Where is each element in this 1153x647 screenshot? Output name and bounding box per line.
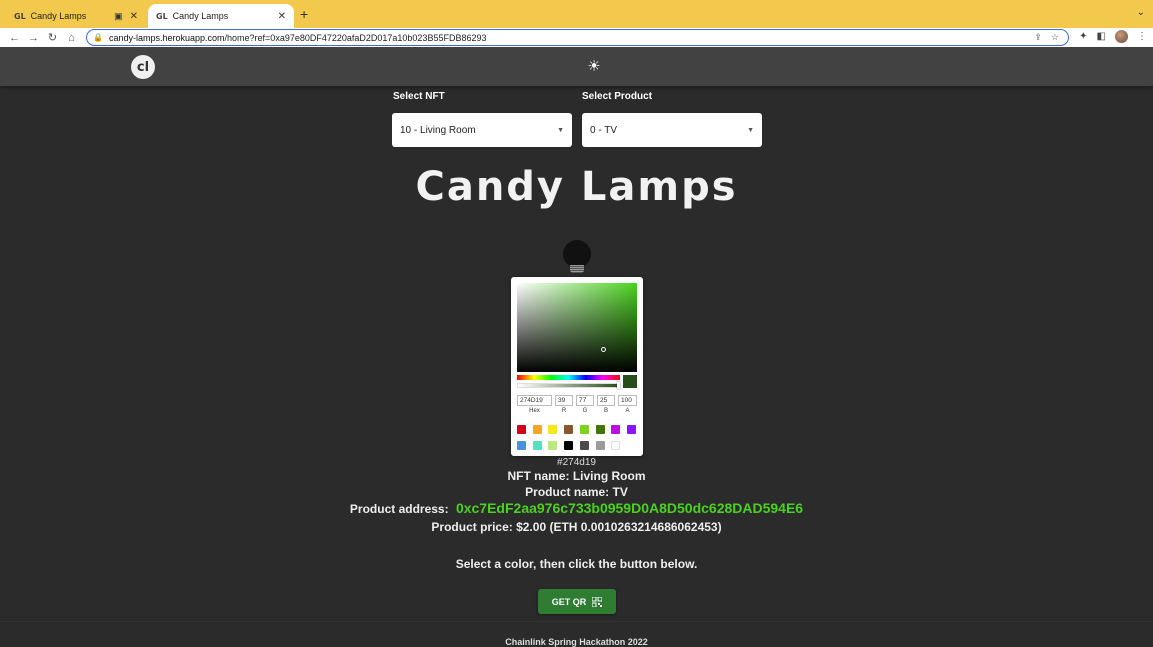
lamp-base [570,265,584,273]
saturation-area[interactable] [517,283,637,372]
hue-slider[interactable] [517,375,620,380]
product-address-label: Product address: [349,502,449,516]
reload-icon[interactable]: ↻ [43,31,62,44]
new-tab-button[interactable]: + [300,6,308,22]
instruction-text: Select a color, then click the button be… [455,557,698,571]
nft-select-label: Select NFT [393,91,445,102]
tab-search-chevron-icon[interactable]: ⌄ [1137,7,1145,18]
preset-swatch[interactable] [579,425,589,434]
b-label: B [603,408,608,414]
footer-text: Chainlink Spring Hackathon 2022 [505,637,648,647]
tab-title: Candy Lamps [172,11,229,21]
preset-swatch[interactable] [517,440,526,450]
profile-avatar[interactable] [1115,30,1128,43]
current-color-swatch [623,375,637,388]
hex-readout: #274d19 [557,457,596,468]
side-panel-icon[interactable]: ◧ [1097,31,1106,42]
footer: Chainlink Spring Hackathon 2022 [0,621,1153,647]
product-select[interactable]: 0 - TV ▼ [582,113,762,147]
preset-swatch[interactable] [532,440,542,450]
product-price-text: Product price: $2.00 (ETH 0.001026321468… [431,520,722,534]
browser-menu-icon[interactable]: ⋮ [1137,31,1147,42]
home-icon[interactable]: ⌂ [62,32,81,44]
hex-input[interactable]: 274D19 [517,395,552,406]
back-arrow-icon[interactable]: ← [5,32,24,44]
get-qr-button[interactable]: GET QR [538,589,616,614]
nft-select[interactable]: 10 - Living Room ▼ [392,113,572,147]
browser-tab-2[interactable]: GL Candy Lamps ✕ [148,4,294,28]
preset-swatch[interactable] [579,440,589,450]
product-address-line: Product address: 0xc7EdF2aa976c733b0959D… [0,500,1153,516]
preset-swatch[interactable] [548,425,558,434]
g-input[interactable]: 77 [576,395,594,406]
preset-swatch[interactable] [595,440,605,450]
product-address-value[interactable]: 0xc7EdF2aa976c733b0959D0A8D50dc628DAD594… [456,500,803,516]
browser-tabstrip: GL Candy Lamps ▣ ✕ GL Candy Lamps ✕ + ⌄ [0,0,1153,28]
tab-media-icon[interactable]: ▣ [114,11,123,22]
browser-tab-1[interactable]: GL Candy Lamps ▣ ✕ [6,4,146,28]
app-logo[interactable]: cl [131,55,155,79]
dropdown-caret-icon: ▼ [747,126,754,134]
bookmark-star-icon[interactable]: ☆ [1051,32,1059,43]
alpha-slider[interactable] [517,383,620,388]
product-select-value: 0 - TV [590,124,618,136]
preset-swatch[interactable] [548,440,558,450]
lamp-bulb-icon[interactable] [563,240,591,268]
alpha-slider-handle[interactable] [617,382,620,389]
forward-arrow-icon[interactable]: → [24,32,43,44]
preset-swatch[interactable] [595,425,605,434]
preset-swatch[interactable] [564,440,574,450]
preset-swatch[interactable] [611,425,621,434]
qr-code-icon [592,596,603,607]
url-text[interactable]: candy-lamps.herokuapp.com/home?ref=0xa97… [109,33,1034,43]
page-title: Candy Lamps [415,164,738,210]
nft-select-value: 10 - Living Room [400,124,476,136]
product-select-label: Select Product [582,91,653,102]
product-name-text: Product name: TV [525,485,628,499]
r-label: R [561,408,567,414]
tab-title: Candy Lamps [30,11,87,21]
a-label: A [625,408,630,414]
dropdown-caret-icon: ▼ [557,126,564,134]
tab-favicon-icon: GL [14,11,26,21]
sun-icon[interactable]: ☀ [585,57,603,75]
saturation-cursor[interactable] [601,347,606,352]
tab-favicon-icon: GL [156,11,168,21]
preset-swatch[interactable] [564,425,574,434]
preset-swatch[interactable] [532,425,542,434]
extensions-puzzle-icon[interactable]: ✦ [1079,31,1087,42]
browser-toolbar: ← → ↻ ⌂ 🔒 candy-lamps.herokuapp.com/home… [0,28,1153,47]
toolbar-actions: ✦ ◧ ⋮ [1079,30,1147,43]
preset-swatch[interactable] [611,440,621,450]
a-input[interactable]: 100 [618,395,637,406]
share-icon[interactable]: ⇪ [1034,32,1042,43]
lock-icon[interactable]: 🔒 [93,33,103,42]
preset-swatch[interactable] [517,425,526,434]
get-qr-label: GET QR [551,596,587,607]
logo-text: cl [136,59,150,75]
nft-name-text: NFT name: Living Room [507,469,646,483]
preset-swatch[interactable] [626,425,636,434]
tab-close-icon[interactable]: ✕ [278,11,286,22]
g-label: G [582,408,588,414]
tab-close-icon[interactable]: ✕ [130,11,138,22]
app-header: cl ☀ [0,47,1153,86]
hex-label: Hex [529,408,540,414]
address-bar[interactable]: 🔒 candy-lamps.herokuapp.com/home?ref=0xa… [86,29,1069,46]
r-input[interactable]: 39 [555,395,573,406]
b-input[interactable]: 25 [597,395,615,406]
color-picker: 274D19 39 77 25 100 Hex R G B A [511,277,643,456]
